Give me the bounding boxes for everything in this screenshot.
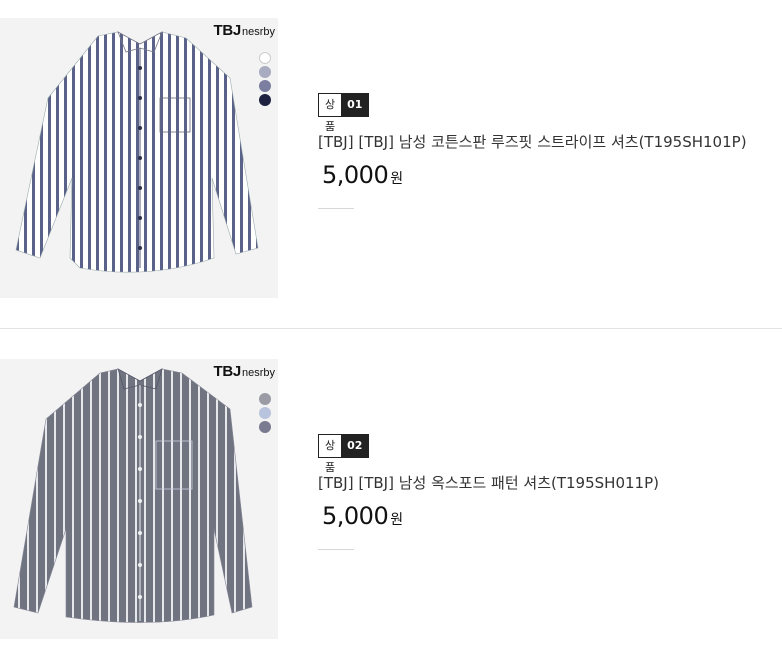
shirt-image (13, 368, 253, 623)
product-price: 5,000 원 (322, 161, 403, 189)
color-swatch[interactable] (259, 66, 271, 78)
product-thumbnail[interactable]: TBJnesrby (0, 18, 278, 298)
product-thumbnail[interactable]: TBJnesrby (0, 359, 278, 639)
brand-logo: TBJnesrby (213, 363, 275, 380)
brand-logo: TBJnesrby (213, 22, 275, 39)
product-name-link[interactable]: [TBJ] [TBJ] 남성 코튼스판 루즈핏 스트라이프 셔츠(T195SH1… (318, 131, 747, 152)
product-badge: 상품 01 (318, 93, 370, 133)
product-item[interactable]: TBJnesrby 상품 02 [TBJ] [TBJ] 남성 옥스포드 패턴 셔… (0, 359, 782, 639)
color-swatch[interactable] (259, 94, 271, 106)
shirt-image (15, 31, 259, 273)
color-swatches (259, 393, 273, 435)
price-currency: 원 (390, 512, 404, 528)
badge-number: 01 (341, 94, 369, 116)
badge-number: 02 (341, 435, 369, 457)
color-swatch[interactable] (259, 80, 271, 92)
badge-label: 상품 (319, 94, 342, 133)
product-price: 5,000 원 (322, 502, 403, 530)
price-value: 5,000 (322, 161, 389, 189)
color-swatch[interactable] (259, 52, 271, 64)
color-swatch[interactable] (259, 393, 271, 405)
badge-label: 상품 (319, 435, 342, 474)
color-swatches (259, 52, 273, 108)
price-currency: 원 (390, 171, 404, 187)
color-swatch[interactable] (259, 407, 271, 419)
product-item[interactable]: TBJnesrby 상품 01 [TBJ] [TBJ] 남성 코튼스판 루즈핏 … (0, 18, 782, 298)
color-swatch[interactable] (259, 421, 271, 433)
divider-short (318, 549, 354, 550)
product-badge: 상품 02 (318, 434, 370, 474)
product-name-link[interactable]: [TBJ] [TBJ] 남성 옥스포드 패턴 셔츠(T195SH011P) (318, 472, 659, 493)
price-value: 5,000 (322, 502, 389, 530)
divider-short (318, 208, 354, 209)
item-divider (0, 328, 782, 329)
